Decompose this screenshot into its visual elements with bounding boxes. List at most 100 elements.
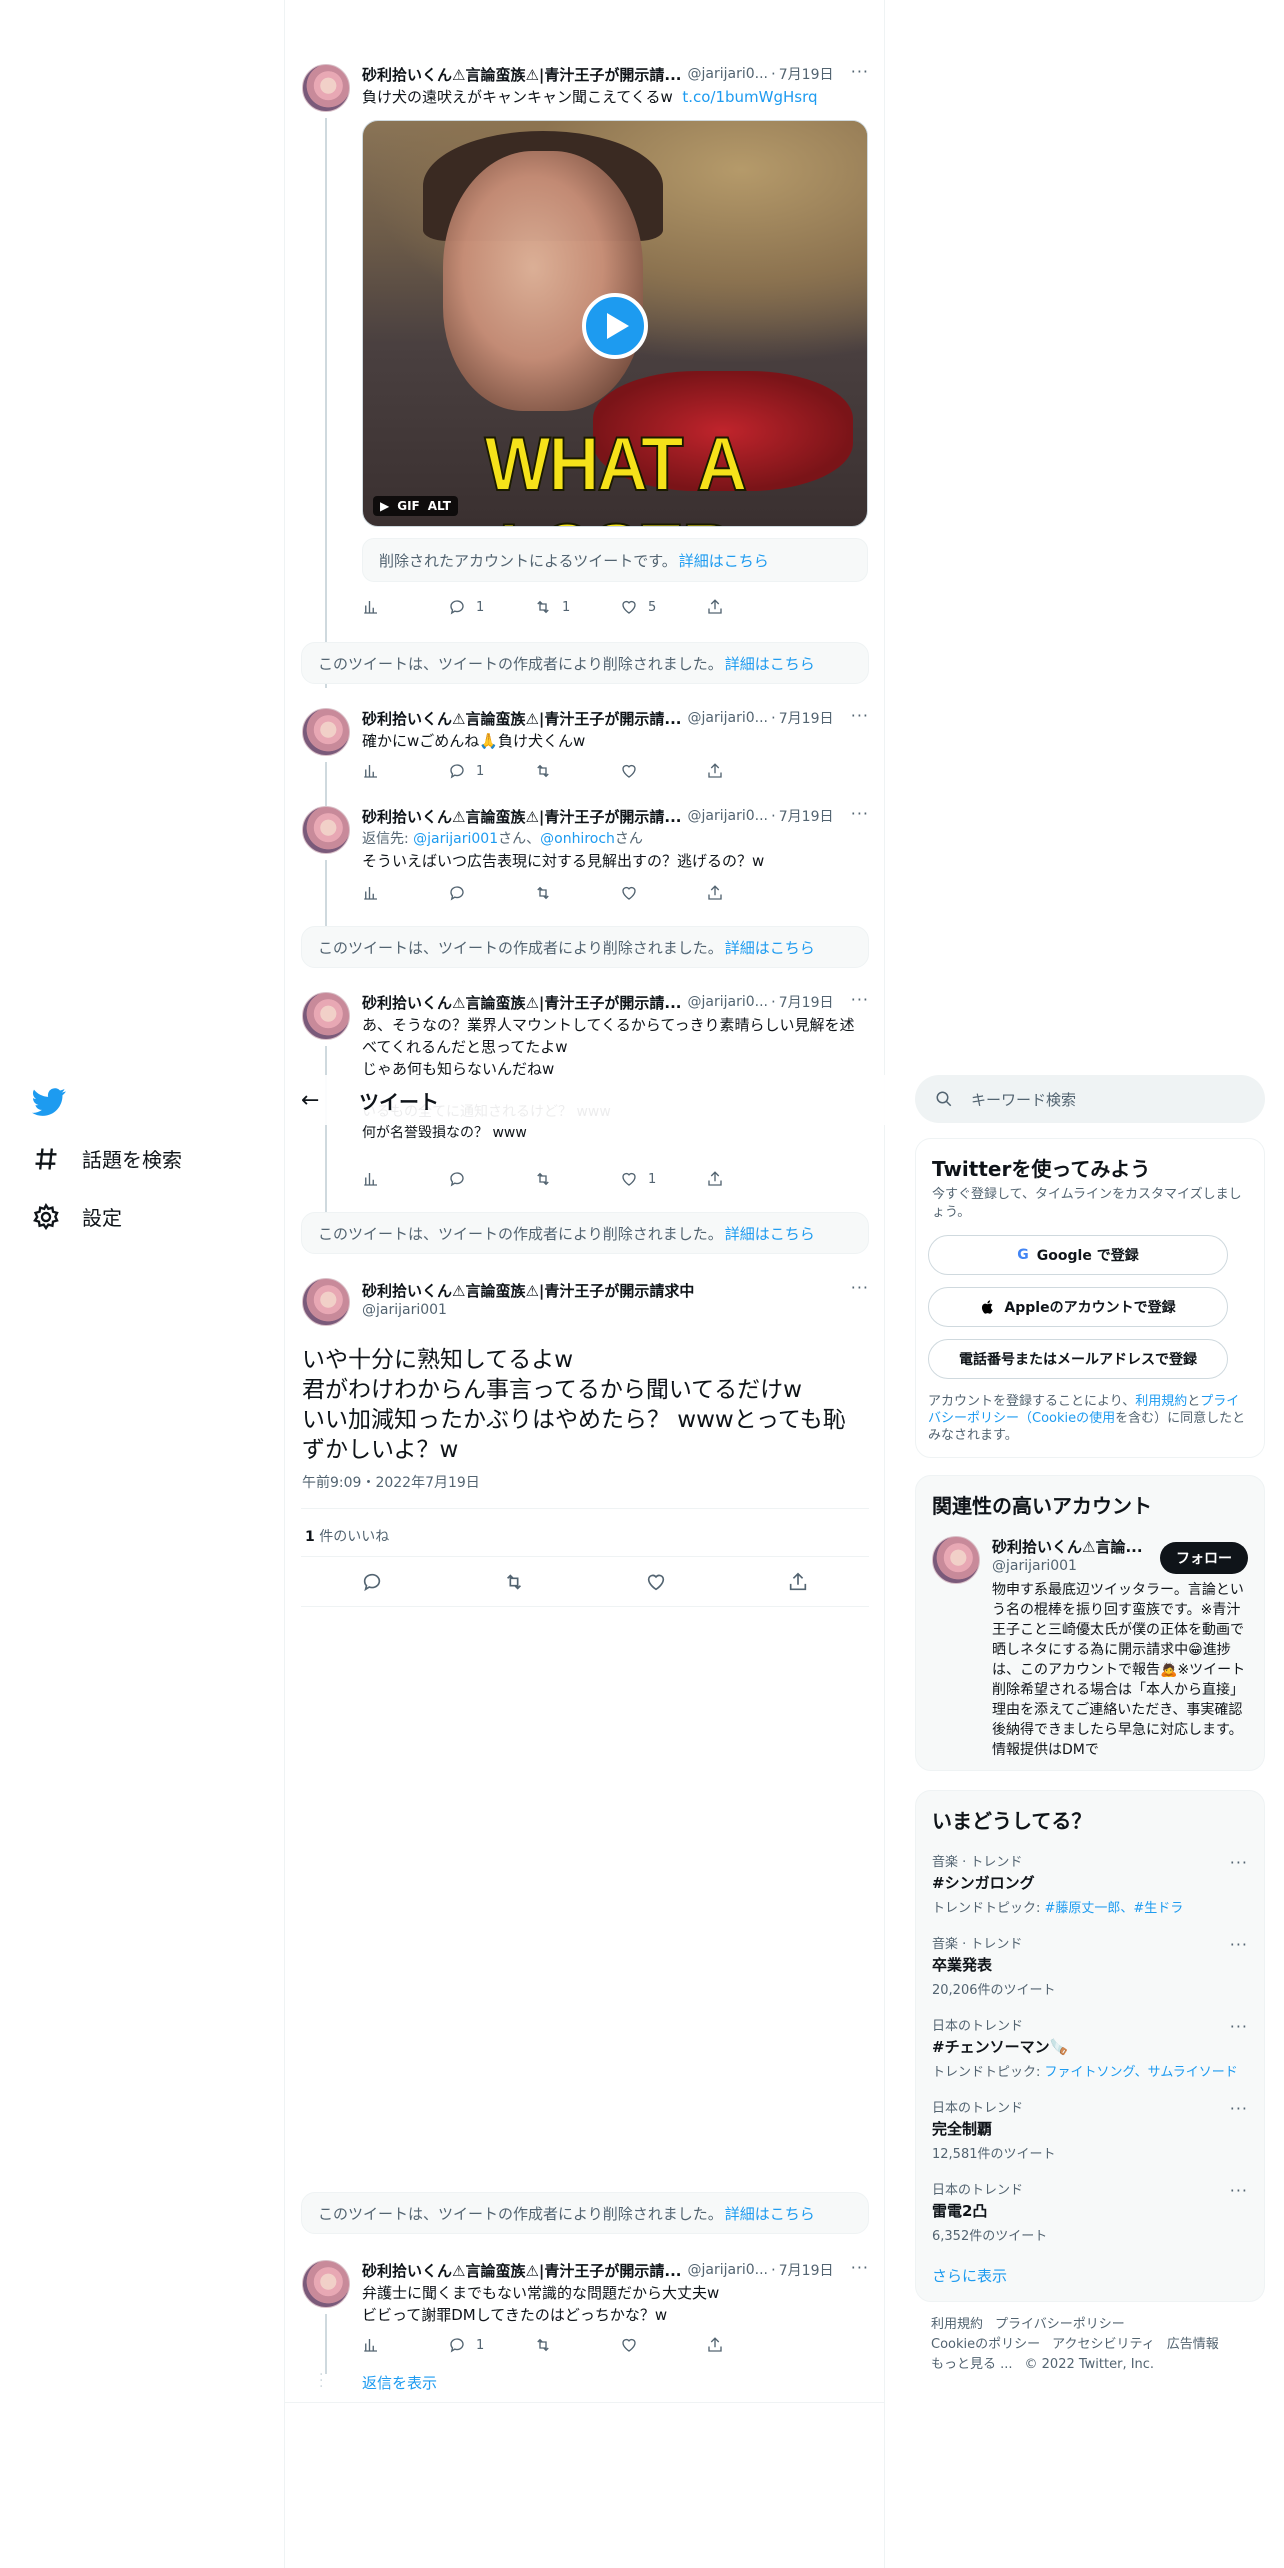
trend-item[interactable]: 音楽 · トレンド 卒業発表 20,206件のツイート ··· xyxy=(932,1933,1248,1998)
deleted-learn-more-link[interactable]: 詳細はこちら xyxy=(725,1223,815,1244)
analytics-button[interactable] xyxy=(362,598,448,616)
phone-signup-button[interactable]: 電話番号またはメールアドレスで登録 xyxy=(928,1339,1228,1379)
focused-author-name[interactable]: 砂利拾いくん⚠言論蛮族⚠|青汁王子が開示請求中 xyxy=(362,1280,694,1301)
likes-summary[interactable]: 1 件のいいね xyxy=(305,1526,389,1546)
more-icon[interactable]: ··· xyxy=(851,804,869,823)
reply-button[interactable]: 1 xyxy=(448,598,534,616)
more-icon[interactable]: ··· xyxy=(851,990,869,1009)
related-account-name[interactable]: 砂利拾いくん⚠言論... xyxy=(992,1536,1152,1557)
play-button[interactable] xyxy=(582,293,648,359)
trend-topic-link[interactable]: ファイトソング、サムライソード xyxy=(1045,2065,1238,2080)
show-more-trends-link[interactable]: さらに表示 xyxy=(932,2265,1007,2286)
more-icon[interactable]: ··· xyxy=(851,706,869,725)
quote-learn-more-link[interactable]: 詳細はこちら xyxy=(679,550,769,571)
share-button[interactable] xyxy=(706,1170,792,1188)
related-account-handle[interactable]: @jarijari001 xyxy=(992,1558,1077,1574)
like-button[interactable] xyxy=(620,762,706,780)
retweet-button[interactable] xyxy=(534,2336,620,2354)
tweet-author-handle[interactable]: @jarijari0... xyxy=(687,808,768,824)
tweet[interactable]: 砂利拾いくん⚠言論蛮族⚠|青汁王子が開示請... @jarijari0... ·… xyxy=(285,804,885,954)
more-icon[interactable]: ··· xyxy=(1230,1935,1248,1954)
retweet-button[interactable] xyxy=(534,1170,620,1188)
reply-to-handle-1[interactable]: @jarijari001 xyxy=(413,831,498,847)
more-icon[interactable]: ··· xyxy=(1230,2181,1248,2200)
like-button[interactable] xyxy=(620,884,706,902)
avatar[interactable] xyxy=(302,708,350,756)
reply-button[interactable]: 1 xyxy=(448,762,534,780)
tweet-author-name[interactable]: 砂利拾いくん⚠言論蛮族⚠|青汁王子が開示請... xyxy=(362,806,681,827)
more-icon[interactable]: ··· xyxy=(1230,1853,1248,1872)
tweet-date[interactable]: 7月19日 xyxy=(779,64,834,84)
more-icon[interactable]: ··· xyxy=(851,62,869,81)
tweet-author-handle[interactable]: @jarijari0... xyxy=(687,994,768,1010)
share-button[interactable] xyxy=(706,762,792,780)
twitter-logo-icon[interactable] xyxy=(32,1085,66,1119)
tweet-author-name[interactable]: 砂利拾いくん⚠言論蛮族⚠|青汁王子が開示請... xyxy=(362,708,681,729)
share-button[interactable] xyxy=(706,598,792,616)
footer-terms[interactable]: 利用規約 xyxy=(931,2317,983,2332)
back-arrow-icon[interactable]: ← xyxy=(301,1088,341,1113)
deleted-learn-more-link[interactable]: 詳細はこちら xyxy=(725,2203,815,2224)
retweet-button[interactable] xyxy=(534,884,620,902)
tweet-date[interactable]: 7月19日 xyxy=(779,708,834,728)
trend-item[interactable]: 音楽 · トレンド #シンガロング トレンドトピック: #藤原丈一郎、#生ドラ … xyxy=(932,1851,1248,1916)
tweet-author-handle[interactable]: @jarijari0... xyxy=(687,710,768,726)
tweet-date[interactable]: 7月19日 xyxy=(779,806,834,826)
footer-cookie[interactable]: Cookieのポリシー xyxy=(931,2337,1040,2352)
google-signup-button[interactable]: G Google で登録 xyxy=(928,1235,1228,1275)
nav-explore[interactable]: 話題を検索 xyxy=(32,1144,182,1173)
avatar[interactable] xyxy=(302,64,350,112)
trend-item[interactable]: 日本のトレンド #チェンソーマン🪚 トレンドトピック: ファイトソング、サムライ… xyxy=(932,2015,1248,2080)
analytics-button[interactable] xyxy=(362,762,448,780)
like-button[interactable]: 5 xyxy=(620,598,706,616)
retweet-button[interactable]: 1 xyxy=(534,598,620,616)
apple-signup-button[interactable]: Appleのアカウントで登録 xyxy=(928,1287,1228,1327)
tweet-date[interactable]: 7月19日 xyxy=(779,2260,834,2280)
tweet[interactable]: 砂利拾いくん⚠言論蛮族⚠|青汁王子が開示請... @jarijari0... ·… xyxy=(285,2258,885,2400)
avatar[interactable] xyxy=(302,2260,350,2308)
share-icon[interactable] xyxy=(787,1571,809,1593)
tweet-date[interactable]: 7月19日 xyxy=(779,992,834,1012)
focused-author-handle[interactable]: @jarijari001 xyxy=(362,1302,869,1318)
like-button[interactable]: 1 xyxy=(620,1170,706,1188)
retweet-icon[interactable] xyxy=(503,1571,525,1593)
analytics-button[interactable] xyxy=(362,2336,448,2354)
tweet-author-handle[interactable]: @jarijari0... xyxy=(687,66,768,82)
analytics-button[interactable] xyxy=(362,1170,448,1188)
follow-button[interactable]: フォロー xyxy=(1160,1542,1248,1574)
deleted-learn-more-link[interactable]: 詳細はこちら xyxy=(725,653,815,674)
tweet-author-name[interactable]: 砂利拾いくん⚠言論蛮族⚠|青汁王子が開示請... xyxy=(362,992,681,1013)
more-icon[interactable]: ··· xyxy=(851,2258,869,2277)
trend-item[interactable]: 日本のトレンド 完全制覇 12,581件のツイート ··· xyxy=(932,2097,1248,2162)
tweet-link[interactable]: t.co/1bumWgHsrq xyxy=(682,88,817,106)
avatar[interactable] xyxy=(302,1278,350,1326)
show-replies-link[interactable]: 返信を表示 xyxy=(362,2372,437,2393)
tweet[interactable]: 砂利拾いくん⚠言論蛮族⚠|青汁王子が開示請... @jarijari0... ·… xyxy=(285,62,885,688)
deleted-learn-more-link[interactable]: 詳細はこちら xyxy=(725,937,815,958)
reply-to-handle-2[interactable]: @onhiroch xyxy=(540,831,615,847)
reply-icon[interactable] xyxy=(361,1571,383,1593)
like-button[interactable] xyxy=(620,2336,706,2354)
share-button[interactable] xyxy=(706,884,792,902)
avatar[interactable] xyxy=(932,1536,980,1584)
tweet-media-gif[interactable]: WHAT A LOSER ▶ GIF ALT xyxy=(362,120,868,527)
focused-tweet-timestamp[interactable]: 午前9:09・2022年7月19日 xyxy=(302,1472,480,1492)
footer-privacy[interactable]: プライバシーポリシー xyxy=(995,2317,1125,2332)
reply-button[interactable] xyxy=(448,1170,534,1188)
analytics-button[interactable] xyxy=(362,884,448,902)
more-icon[interactable]: ··· xyxy=(1230,2017,1248,2036)
footer-more[interactable]: もっと見る ... xyxy=(931,2357,1013,2372)
search-box[interactable]: キーワード検索 xyxy=(915,1075,1265,1123)
tweet-author-name[interactable]: 砂利拾いくん⚠言論蛮族⚠|青汁王子が開示請... xyxy=(362,2260,681,2281)
reply-button[interactable]: 1 xyxy=(448,2336,534,2354)
alt-label[interactable]: ALT xyxy=(428,499,451,513)
more-icon[interactable]: ··· xyxy=(1230,2099,1248,2118)
tweet[interactable]: 砂利拾いくん⚠言論蛮族⚠|青汁王子が開示請... @jarijari0... ·… xyxy=(285,706,885,808)
terms-link[interactable]: 利用規約 xyxy=(1135,1394,1187,1409)
search-input[interactable]: キーワード検索 xyxy=(971,1089,1076,1110)
avatar[interactable] xyxy=(302,992,350,1040)
share-button[interactable] xyxy=(706,2336,792,2354)
reply-button[interactable] xyxy=(448,884,534,902)
footer-accessibility[interactable]: アクセシビリティ xyxy=(1052,2337,1155,2352)
tweet-author-handle[interactable]: @jarijari0... xyxy=(687,2262,768,2278)
